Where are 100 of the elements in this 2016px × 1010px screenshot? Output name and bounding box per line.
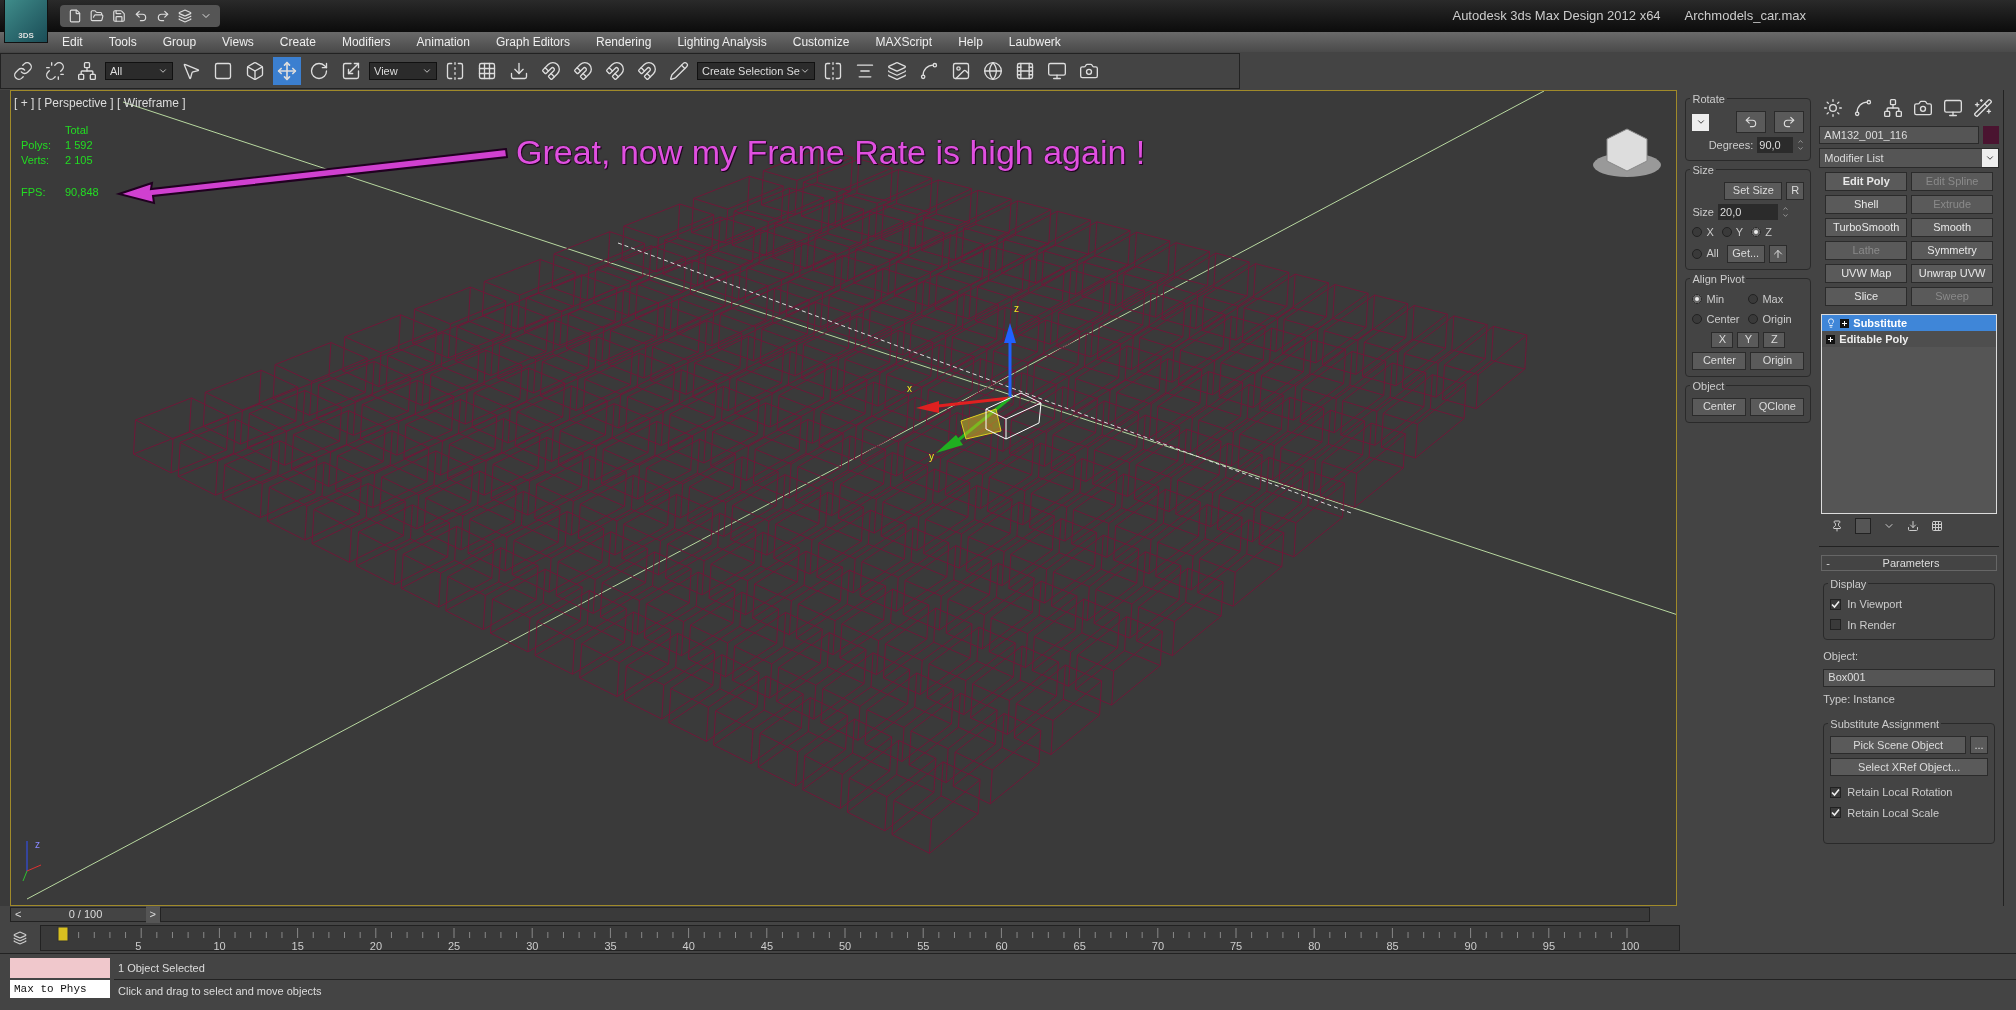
get-button[interactable]: Get... [1726, 244, 1765, 263]
redo-icon[interactable] [156, 9, 170, 23]
modifier-button[interactable]: Shell [1825, 195, 1908, 214]
radio-button[interactable] [1692, 248, 1703, 259]
menu-item[interactable]: Create [279, 33, 316, 51]
frame-navigator[interactable]: < 0 / 100 > [11, 908, 161, 921]
expand-icon[interactable] [1826, 334, 1836, 344]
modifier-list-dropdown[interactable]: Modifier List [1819, 148, 2000, 168]
axis-button[interactable]: X [1711, 331, 1734, 348]
menu-item[interactable]: Graph Editors [495, 33, 570, 51]
radio-label: Min [1706, 291, 1725, 307]
remove-modifier-icon[interactable] [1907, 520, 1920, 532]
pivot-button[interactable]: Center [1692, 351, 1747, 370]
frame-label: 80 [1308, 939, 1321, 954]
track-bar[interactable]: 5 10 15 20 25 30 35 40 45 50 55 60 65 70 75 80 85 90 95 100 [40, 925, 1680, 951]
reset-button[interactable]: R [1786, 181, 1805, 200]
modifier-button[interactable]: Slice [1825, 287, 1908, 306]
viewcube-drawing[interactable] [1593, 128, 1661, 177]
next-frame-button[interactable]: > [145, 906, 160, 923]
expand-icon[interactable] [1840, 318, 1850, 328]
radio-button[interactable] [1748, 293, 1759, 304]
menu-item[interactable]: Views [222, 33, 254, 51]
viewport-label[interactable]: [ + ] [ Perspective ] [ Wireframe ] [14, 94, 186, 112]
object-name-field[interactable]: AM132_001_116 [1819, 126, 1980, 144]
current-frame-marker[interactable] [57, 926, 69, 942]
spinner-icon[interactable] [1797, 138, 1805, 153]
open-folder-icon[interactable] [90, 9, 104, 23]
menu-item[interactable]: Group [162, 33, 197, 51]
selection-filter-dropdown[interactable]: All [105, 62, 173, 80]
transform-gizmo-drawing[interactable] [916, 323, 1042, 453]
menu-item[interactable]: Help [958, 33, 983, 51]
checkbox[interactable] [1830, 786, 1842, 798]
object-label: Object: [1823, 649, 1860, 664]
axis-button[interactable]: Z [1763, 331, 1786, 348]
stack-item[interactable]: Substitute [1822, 315, 1997, 331]
previous-frame-button[interactable]: < [11, 906, 26, 923]
modifier-button[interactable]: Unwrap UVW [1911, 264, 1994, 283]
pick-scene-object-button[interactable]: Pick Scene Object [1830, 736, 1967, 754]
listener-input[interactable]: Max to Phys [10, 980, 110, 998]
named-selection-dropdown[interactable]: Create Selection Se [697, 62, 815, 80]
up-button[interactable] [1768, 244, 1787, 263]
save-icon[interactable] [112, 9, 126, 23]
modifier-button[interactable]: TurboSmooth [1825, 218, 1908, 237]
dropdown-button[interactable] [1692, 113, 1710, 131]
object-color-swatch[interactable] [1983, 126, 2000, 144]
time-bar[interactable]: < 0 / 100 > [10, 907, 1650, 922]
checkbox[interactable] [1830, 598, 1842, 610]
frame-label: 70 [1151, 939, 1165, 954]
set-size-button[interactable]: Set Size [1724, 181, 1783, 200]
menu-item[interactable]: Modifiers [341, 33, 391, 51]
object-button[interactable]: QClone [1750, 397, 1805, 416]
radio-button[interactable] [1748, 314, 1759, 325]
reference-coordinate-dropdown[interactable]: View [369, 62, 437, 80]
radio-button[interactable] [1721, 227, 1732, 238]
more-button[interactable]: ... [1970, 736, 1989, 754]
pin-icon[interactable] [1831, 520, 1844, 532]
menu-item[interactable]: Tools [108, 33, 137, 51]
frame-label: 15 [291, 939, 304, 954]
menu-item[interactable]: Edit [62, 33, 83, 51]
frame-label: 35 [604, 939, 617, 954]
menu-item[interactable]: Laubwerk [1008, 33, 1061, 51]
pivot-button[interactable]: Origin [1750, 351, 1805, 370]
viewport[interactable]: [ + ] [ Perspective ] [ Wireframe ] Total Polys: 1 592 Verts: 2 105 FPS: 90,848 Great, now my Frame Rate is high again ! x y z z [10, 90, 1678, 906]
configure-icon[interactable] [1931, 520, 1944, 532]
radio-button[interactable] [1692, 314, 1703, 325]
rollout-header[interactable]: - Parameters [1821, 555, 1998, 571]
radio-button[interactable] [1751, 227, 1762, 238]
frame-label: 10 [213, 939, 226, 954]
menu-item[interactable]: Customize [792, 33, 850, 51]
rotate-right-button[interactable] [1774, 111, 1805, 133]
object-field[interactable]: Box001 [1823, 668, 1996, 687]
menu-item[interactable]: MAXScript [875, 33, 933, 51]
radio-button[interactable] [1692, 293, 1703, 304]
modifier-button[interactable]: Smooth [1911, 218, 1994, 237]
stack-item[interactable]: Editable Poly [1822, 331, 1997, 347]
app-logo[interactable]: 3DS [4, 0, 48, 43]
new-file-icon[interactable] [68, 9, 82, 23]
frame-label: 60 [995, 939, 1008, 954]
checkbox-label: Retain Local Rotation [1847, 785, 1953, 800]
frame-label: 65 [1073, 939, 1086, 954]
axis-button[interactable]: Y [1737, 331, 1760, 348]
menu-item[interactable]: Animation [416, 33, 470, 51]
checkbox[interactable] [1830, 807, 1842, 819]
modifier-button[interactable]: UVW Map [1825, 264, 1908, 283]
project-icon[interactable] [178, 9, 192, 23]
spinner-icon[interactable] [1781, 204, 1789, 219]
radio-button[interactable] [1692, 227, 1703, 238]
checkbox[interactable] [1830, 619, 1842, 631]
axis-tripod-label: z [35, 838, 40, 852]
size-field[interactable]: 20,0 [1717, 203, 1778, 220]
stats-header: Total [65, 123, 90, 138]
modifier-button[interactable]: Symmetry [1911, 241, 1994, 260]
undo-icon[interactable] [134, 9, 148, 23]
modifier-button[interactable]: Edit Poly [1825, 172, 1908, 191]
degrees-field[interactable]: 90,0 [1757, 137, 1794, 154]
select-xref-button[interactable]: Select XRef Object... [1830, 758, 1989, 776]
rotate-left-button[interactable] [1736, 111, 1767, 133]
object-button[interactable]: Center [1692, 397, 1747, 416]
menu-item[interactable]: Lighting Analysis [677, 33, 767, 51]
menu-item[interactable]: Rendering [596, 33, 652, 51]
